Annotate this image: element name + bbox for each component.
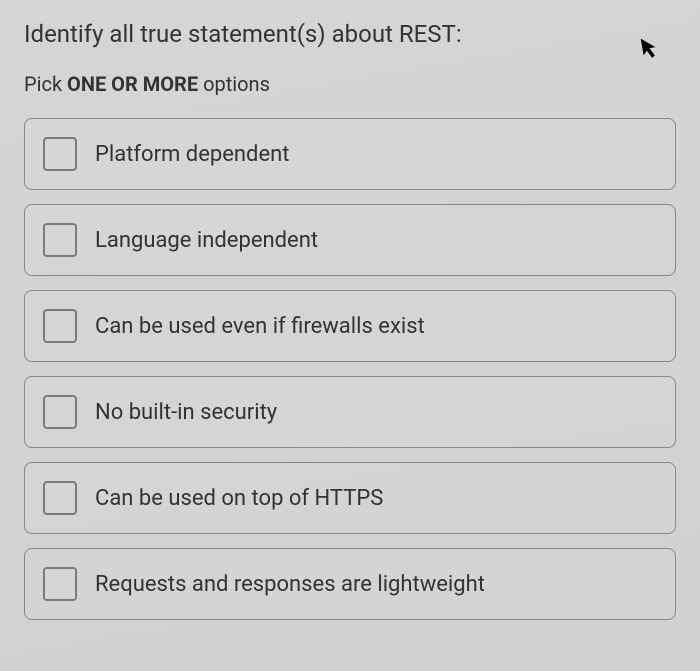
option-row[interactable]: Requests and responses are lightweight bbox=[24, 548, 676, 620]
options-list: Platform dependent Language independent … bbox=[24, 118, 676, 620]
question-title: Identify all true statement(s) about RES… bbox=[24, 20, 676, 48]
checkbox[interactable] bbox=[43, 567, 77, 601]
instruction-prefix: Pick bbox=[24, 72, 67, 96]
option-row[interactable]: Can be used even if firewalls exist bbox=[24, 290, 676, 362]
option-row[interactable]: Can be used on top of HTTPS bbox=[24, 462, 676, 534]
option-row[interactable]: Platform dependent bbox=[24, 118, 676, 190]
checkbox[interactable] bbox=[43, 395, 77, 429]
checkbox[interactable] bbox=[43, 309, 77, 343]
option-label: Can be used even if firewalls exist bbox=[95, 314, 425, 339]
option-label: Language independent bbox=[95, 228, 318, 253]
checkbox[interactable] bbox=[43, 223, 77, 257]
option-label: No built-in security bbox=[95, 400, 277, 425]
option-label: Requests and responses are lightweight bbox=[95, 572, 485, 597]
option-row[interactable]: No built-in security bbox=[24, 376, 676, 448]
instruction-suffix: options bbox=[198, 72, 270, 96]
instruction-bold: ONE OR MORE bbox=[67, 72, 198, 96]
instruction-text: Pick ONE OR MORE options bbox=[24, 72, 676, 96]
option-label: Can be used on top of HTTPS bbox=[95, 486, 383, 511]
checkbox[interactable] bbox=[43, 481, 77, 515]
checkbox[interactable] bbox=[43, 137, 77, 171]
option-row[interactable]: Language independent bbox=[24, 204, 676, 276]
option-label: Platform dependent bbox=[95, 142, 289, 167]
